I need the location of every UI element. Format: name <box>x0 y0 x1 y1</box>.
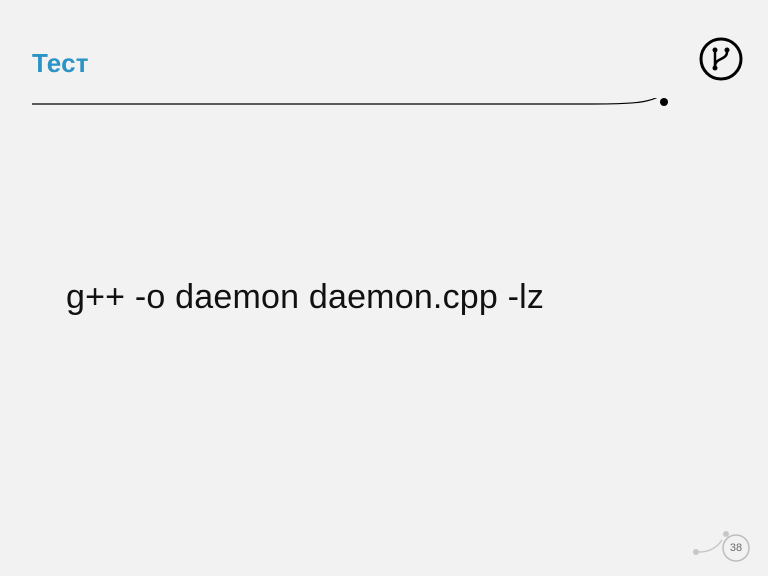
slide-title: Тест <box>32 48 89 79</box>
page-number-badge: 38 <box>690 522 750 562</box>
divider-line <box>32 98 712 138</box>
slide: Тест g++ -o daemon daemon.cpp -lz <box>0 0 768 576</box>
page-number: 38 <box>722 534 750 562</box>
command-text: g++ -o daemon daemon.cpp -lz <box>66 278 544 317</box>
git-branch-icon <box>698 36 744 82</box>
